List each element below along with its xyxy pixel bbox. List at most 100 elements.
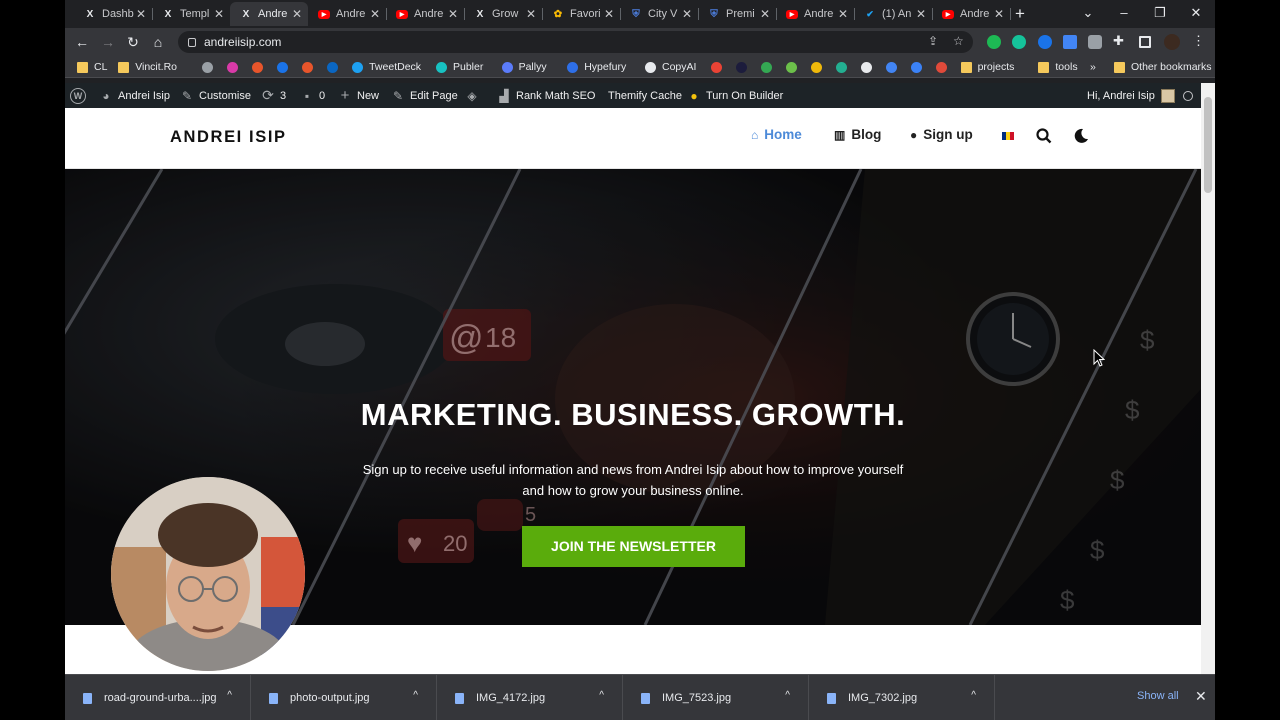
other-bookmarks[interactable]: Other bookmarks (1114, 60, 1212, 74)
wp-new[interactable]: + New (339, 87, 379, 104)
tab-close-icon[interactable]: ✕ (212, 7, 226, 21)
extension-blue-icon[interactable] (1038, 35, 1052, 49)
tab-close-icon[interactable]: ✕ (680, 7, 694, 21)
bookmark-tweetdeck[interactable]: TweetDeck (352, 60, 421, 74)
wp-builder-icon[interactable]: ◈ (466, 88, 484, 103)
download-item[interactable]: IMG_7523.jpg ^ (623, 675, 809, 720)
download-item[interactable]: IMG_4172.jpg ^ (437, 675, 623, 720)
bookmark-s-dark[interactable] (735, 60, 753, 74)
wp-rank-math[interactable]: ▟ Rank Math SEO (498, 88, 595, 103)
bookmark-link-orange[interactable] (302, 60, 319, 74)
bookmark-cl[interactable]: CL (77, 60, 107, 74)
tab-close-icon[interactable]: ✕ (368, 7, 382, 21)
tab-9[interactable]: ⛨ Premi ✕ (698, 2, 777, 26)
bookmark-x-black[interactable] (860, 60, 878, 74)
translate-icon[interactable] (1063, 35, 1077, 49)
profile-avatar[interactable] (1164, 34, 1180, 50)
tab-8[interactable]: ⛨ City V ✕ (620, 2, 699, 26)
bookmark-green-eye[interactable] (785, 60, 803, 74)
bookmark-app-pink[interactable] (227, 60, 244, 74)
extensions-puzzle-icon[interactable]: ✚ (1113, 33, 1127, 48)
minimize-icon[interactable]: – (1113, 4, 1135, 22)
show-all-downloads-link[interactable]: Show all (1137, 690, 1179, 702)
chevron-up-icon[interactable]: ^ (599, 690, 604, 701)
bookmark-vincit-ro[interactable]: Vincit.Ro (118, 60, 177, 74)
tab-close-icon[interactable]: ✕ (758, 7, 772, 21)
tab-1[interactable]: X Dashb ✕ (74, 2, 153, 26)
bookmark-gmail[interactable] (710, 60, 728, 74)
tab-close-icon[interactable]: ✕ (836, 7, 850, 21)
wp-site-link[interactable]: ◕ Andrei Isip (100, 88, 170, 103)
nav-home[interactable]: ⌂ Home (751, 127, 802, 142)
scrollbar-thumb[interactable] (1204, 97, 1212, 193)
home-icon[interactable]: ⌂ (148, 32, 168, 52)
tab-close-icon[interactable]: ✕ (524, 7, 538, 21)
grammarly-icon[interactable] (1012, 35, 1026, 49)
restore-icon[interactable]: ❐ (1149, 4, 1171, 22)
tab-11[interactable]: ✔ (1) An ✕ (854, 2, 933, 26)
back-icon[interactable]: ← (72, 32, 92, 52)
bookmark-pallyy[interactable]: Pallyy (501, 60, 547, 74)
bookmark-star-icon[interactable]: ☆ (953, 34, 964, 48)
nav-signup[interactable]: ● Sign up (910, 127, 973, 142)
tab-10[interactable]: ▶ Andre ✕ (776, 2, 855, 26)
side-panel-icon[interactable] (1139, 36, 1151, 48)
bookmark-publer[interactable]: Publer (436, 60, 483, 74)
forward-icon[interactable]: → (98, 32, 118, 52)
close-window-icon[interactable]: ✕ (1185, 4, 1207, 22)
extension-green-icon[interactable] (987, 35, 1001, 49)
wp-edit-page[interactable]: ✎ Edit Page (392, 88, 458, 103)
dark-mode-moon-icon[interactable] (1073, 128, 1089, 144)
join-newsletter-button[interactable]: JOIN THE NEWSLETTER (522, 526, 745, 567)
close-downloads-icon[interactable]: ✕ (1195, 688, 1207, 705)
chevron-up-icon[interactable]: ^ (785, 690, 790, 701)
new-tab-button[interactable]: + (1010, 4, 1030, 24)
romanian-flag-icon[interactable] (1002, 132, 1014, 140)
bookmark-copyai[interactable]: CopyAI (645, 60, 696, 74)
tab-close-icon[interactable]: ✕ (446, 7, 460, 21)
tab-5[interactable]: ▶ Andre ✕ (386, 2, 465, 26)
chevron-up-icon[interactable]: ^ (413, 690, 418, 701)
address-bar[interactable]: andreiisip.com ⇪ ☆ (178, 31, 973, 53)
bookmark-dollar[interactable] (910, 60, 928, 74)
bookmark-tools[interactable]: tools (1038, 60, 1078, 74)
chevron-up-icon[interactable]: ^ (971, 690, 976, 701)
tab-2[interactable]: X Templ ✕ (152, 2, 231, 26)
wp-turn-on-builder[interactable]: ● Turn On Builder (688, 88, 783, 103)
wp-comments[interactable]: ▪ 0 (301, 88, 325, 103)
share-icon[interactable]: ⇪ (928, 34, 938, 48)
bookmark-link-orange[interactable] (252, 60, 269, 74)
bookmark-red-file[interactable] (935, 60, 953, 74)
download-item[interactable]: photo-output.jpg ^ (251, 675, 437, 720)
page-scrollbar[interactable] (1201, 83, 1215, 674)
wp-themify-cache[interactable]: Themify Cache (608, 88, 682, 103)
chevron-up-icon[interactable]: ^ (227, 690, 232, 701)
search-icon[interactable] (1036, 128, 1052, 144)
tab-search-icon[interactable]: ⌄ (1077, 4, 1099, 22)
bookmarks-overflow-icon[interactable]: » (1090, 60, 1096, 74)
tab-4[interactable]: ▶ Andre ✕ (308, 2, 387, 26)
bookmark-kucoin[interactable] (835, 60, 853, 74)
tab-close-icon[interactable]: ✕ (602, 7, 616, 21)
wp-updates[interactable]: ⟳ 3 (262, 87, 286, 103)
nav-blog[interactable]: ▥ Blog (834, 127, 881, 142)
bookmark-drive[interactable] (760, 60, 778, 74)
wp-account[interactable]: Hi, Andrei Isip (1087, 88, 1175, 103)
tab-close-icon[interactable]: ✕ (992, 7, 1006, 21)
download-item[interactable]: IMG_7302.jpg ^ (809, 675, 995, 720)
bookmark-calendar[interactable] (885, 60, 903, 74)
wordpress-logo-icon[interactable]: W (70, 87, 86, 104)
bookmark-globe[interactable] (202, 60, 219, 74)
bookmark-circle-blue[interactable] (277, 60, 294, 74)
tab-12[interactable]: ▶ Andre ✕ (932, 2, 1011, 26)
site-logo[interactable]: ANDREI ISIP (170, 128, 287, 147)
download-item[interactable]: road-ground-urba....jpg ^ (65, 675, 251, 720)
wp-customise[interactable]: ✎ Customise (181, 88, 251, 103)
bookmark-hypefury[interactable]: Hypefury (567, 60, 626, 74)
tab-close-icon[interactable]: ✕ (290, 7, 304, 21)
menu-kebab-icon[interactable]: ⋮ (1192, 33, 1206, 48)
camera-icon[interactable] (1088, 35, 1102, 49)
wp-search-icon[interactable] (1183, 88, 1193, 103)
tab-6[interactable]: X Grow ✕ (464, 2, 543, 26)
bookmark-binance[interactable] (810, 60, 828, 74)
